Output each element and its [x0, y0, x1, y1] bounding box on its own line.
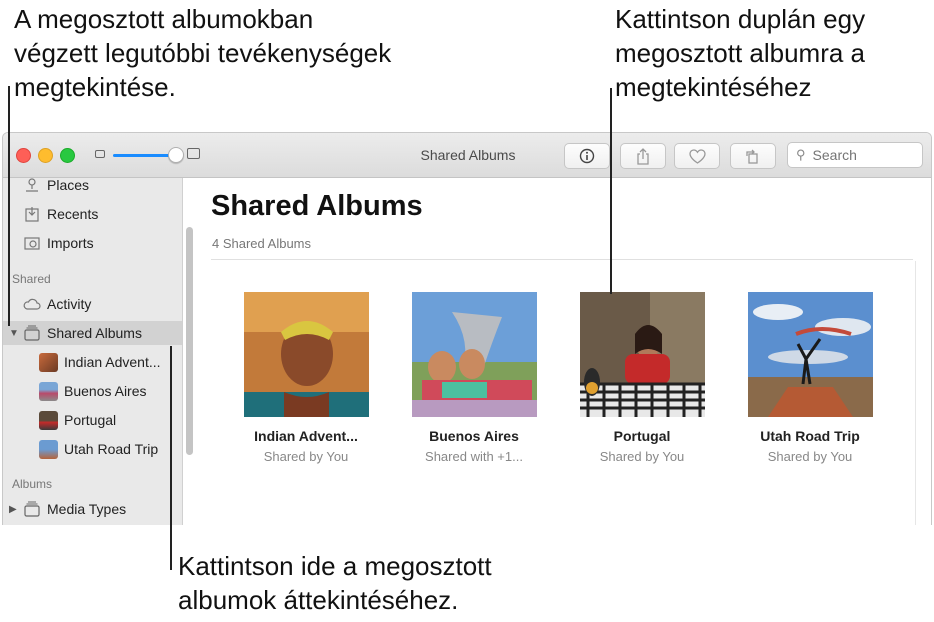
album-thumbnail: [39, 381, 58, 401]
sidebar-item-label: Media Types: [47, 501, 127, 517]
sidebar-item-media-types[interactable]: ▶ Media Types: [3, 497, 182, 521]
section-header-shared: Shared: [12, 272, 51, 286]
album-shared-status: Shared with +1...: [425, 449, 523, 464]
leader-line-shared-albums: [170, 346, 172, 570]
album-name: Indian Advent...: [254, 428, 358, 444]
sidebar-item-shared-albums[interactable]: ▼ Shared Albums: [3, 321, 182, 345]
sidebar-item-label: Recents: [47, 206, 99, 222]
album-shared-status: Shared by You: [767, 449, 853, 464]
album-tile-buenos-aires[interactable]: Buenos Aires Shared with +1...: [399, 292, 549, 464]
close-button[interactable]: [16, 148, 31, 163]
album-tile-utah-road-trip[interactable]: Utah Road Trip Shared by You: [735, 292, 885, 464]
sidebar-item-album[interactable]: Utah Road Trip: [3, 437, 182, 461]
section-header-albums: Albums: [12, 477, 53, 491]
sidebar-item-label: Shared Albums: [47, 325, 142, 341]
zoom-in-icon[interactable]: [187, 148, 200, 159]
zoom-button[interactable]: [60, 148, 75, 163]
sidebar-item-label: Buenos Aires: [64, 383, 147, 399]
recents-icon: [23, 205, 41, 223]
disclosure-triangle-open-icon[interactable]: ▼: [9, 328, 19, 339]
divider: [211, 259, 913, 260]
places-icon: [23, 176, 41, 194]
search-field[interactable]: ⚲: [787, 142, 923, 168]
sidebar-item-label: Indian Advent...: [64, 354, 161, 370]
share-icon: [637, 147, 649, 165]
callout-recent-activity: A megosztott albumokban végzett legutóbb…: [14, 4, 392, 102]
album-name: Buenos Aires: [429, 428, 519, 444]
rotate-icon: [746, 149, 758, 164]
callout-double-click-album: Kattintson duplán egy megosztott albumra…: [615, 4, 866, 102]
album-cover-photo: [411, 292, 537, 417]
slider-knob[interactable]: [168, 147, 184, 163]
sidebar-item-activity[interactable]: Activity: [3, 292, 182, 316]
album-cover-photo: [747, 292, 873, 417]
photos-window: Shared Albums ⚲ Places Re: [2, 132, 932, 525]
album-thumbnail: [39, 439, 58, 459]
album-cover-photo: [243, 292, 369, 417]
leader-line-album: [610, 88, 612, 294]
leader-line-activity: [8, 86, 10, 326]
sidebar-item-album[interactable]: Buenos Aires: [3, 379, 182, 403]
album-stack-icon: [23, 500, 41, 518]
imports-icon: [23, 234, 41, 252]
cloud-icon: [23, 295, 41, 313]
window-title: Shared Albums: [420, 147, 516, 163]
main-content: Shared Albums 4 Shared Albums Indian Adv…: [198, 178, 931, 525]
sidebar-scrollbar[interactable]: [186, 227, 193, 455]
album-thumbnail: [39, 410, 58, 430]
album-thumbnail: [39, 352, 58, 372]
sidebar-item-imports[interactable]: Imports: [3, 231, 182, 255]
sidebar-item-label: Imports: [47, 235, 94, 251]
zoom-out-icon[interactable]: [95, 150, 105, 158]
album-shared-status: Shared by You: [263, 449, 349, 464]
search-icon: ⚲: [796, 147, 806, 162]
minimize-button[interactable]: [38, 148, 53, 163]
sidebar-item-album[interactable]: Portugal: [3, 408, 182, 432]
favorite-button[interactable]: [674, 143, 720, 169]
page-title: Shared Albums: [211, 190, 423, 222]
rotate-button[interactable]: [730, 143, 776, 169]
sidebar-item-recents[interactable]: Recents: [3, 202, 182, 226]
info-icon: [579, 148, 595, 164]
title-bar: Shared Albums ⚲: [3, 133, 931, 178]
sidebar-item-places[interactable]: Places: [3, 173, 182, 197]
sidebar-item-label: Places: [47, 177, 90, 193]
disclosure-triangle-closed-icon[interactable]: ▶: [9, 504, 17, 515]
info-button[interactable]: [564, 143, 610, 169]
album-stack-icon: [23, 324, 41, 342]
album-name: Portugal: [613, 428, 671, 444]
callout-shared-albums-overview: Kattintson ide a megosztott albumok átte…: [178, 551, 492, 615]
album-tile-indian-adventure[interactable]: Indian Advent... Shared by You: [231, 292, 381, 464]
album-name: Utah Road Trip: [760, 428, 860, 444]
sidebar: Places Recents Imports Shared Activity ▼: [3, 177, 183, 525]
content-edge: [915, 261, 916, 525]
sidebar-item-album[interactable]: Indian Advent...: [3, 350, 182, 374]
share-button[interactable]: [620, 143, 666, 169]
heart-icon: [688, 148, 706, 164]
search-input[interactable]: [810, 146, 915, 164]
album-shared-status: Shared by You: [599, 449, 685, 464]
album-count: 4 Shared Albums: [212, 236, 312, 251]
album-tile-portugal[interactable]: Portugal Shared by You: [567, 292, 717, 464]
sidebar-item-label: Activity: [47, 296, 92, 312]
sidebar-item-label: Portugal: [64, 412, 117, 428]
album-cover-photo: [579, 292, 705, 417]
sidebar-item-label: Utah Road Trip: [64, 441, 159, 457]
